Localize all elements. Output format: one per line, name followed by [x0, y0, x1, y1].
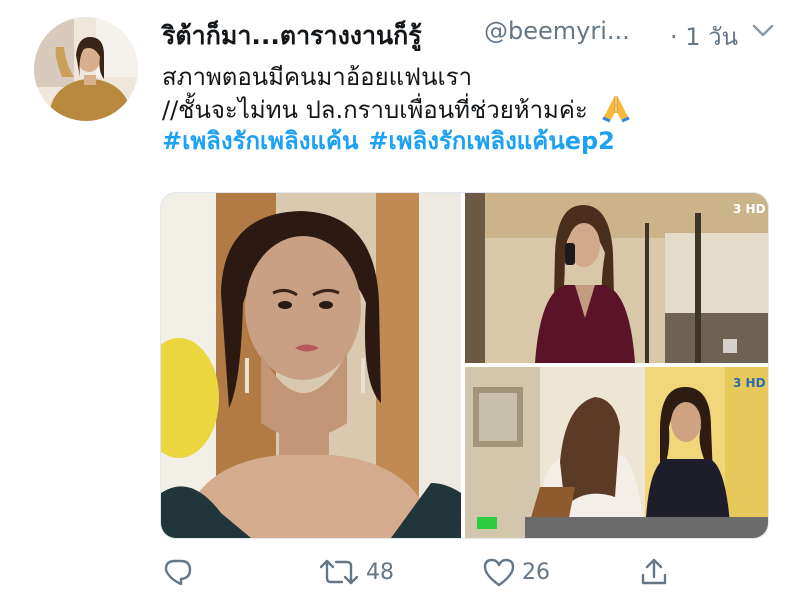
channel-logo: 3 HD: [733, 202, 766, 216]
tweet-header: ริต้าก็มา...ตารางงานก็รู้ @beemyri... · …: [162, 10, 782, 54]
media-grid[interactable]: 3 HD 3 HD: [160, 192, 769, 539]
reply-button[interactable]: [162, 548, 194, 596]
hashtag-link[interactable]: #เพลิงรักเพลิงแค้น: [162, 127, 358, 155]
retweet-count: 48: [366, 559, 394, 585]
media-image-1[interactable]: [161, 193, 461, 538]
heart-icon: [483, 558, 515, 587]
like-button[interactable]: 26: [482, 548, 550, 596]
tweet-text-line-2-wrapper: //ชั้นจะไม่ทน ปล.กราบเพื่อนที่ช่วยห้ามค่…: [162, 93, 782, 126]
tweet-actions: 48 26: [160, 548, 780, 596]
channel-logo: 3 HD: [733, 376, 766, 390]
tweet-text-line-1: สภาพตอนมีคนมาอ้อยแฟนเรา: [162, 63, 473, 91]
retweet-icon: [319, 559, 359, 585]
hashtag-line: #เพลิงรักเพลิงแค้น #เพลิงรักเพลิงแค้นep2: [162, 126, 782, 157]
share-button[interactable]: [638, 548, 670, 596]
share-icon: [641, 558, 667, 585]
hashtag-link[interactable]: #เพลิงรักเพลิงแค้นep2: [368, 127, 615, 155]
user-handle[interactable]: @beemyri...: [484, 17, 630, 45]
folded-hands-icon: [602, 96, 631, 123]
retweet-button[interactable]: 48: [318, 548, 394, 596]
reply-icon: [164, 559, 192, 586]
woman-on-phone-image: 3 HD: [465, 193, 768, 363]
chevron-down-icon[interactable]: [752, 24, 774, 38]
woman-worried-face-image: [161, 193, 461, 538]
two-women-scene-image: 3 HD: [465, 367, 768, 538]
avatar-image: [34, 17, 138, 121]
tweet-text: สภาพตอนมีคนมาอ้อยแฟนเรา //ชั้นจะไม่ทน ปล…: [162, 62, 782, 157]
media-image-2[interactable]: 3 HD: [465, 193, 768, 363]
tweet-text-line-2: //ชั้นจะไม่ทน ปล.กราบเพื่อนที่ช่วยห้ามค่…: [162, 96, 588, 124]
like-count: 26: [522, 559, 550, 585]
avatar[interactable]: [34, 17, 138, 121]
media-image-3[interactable]: 3 HD: [465, 367, 768, 538]
display-name[interactable]: ริต้าก็มา...ตารางงานก็รู้: [162, 16, 422, 56]
timestamp[interactable]: · 1 วัน: [670, 17, 738, 56]
